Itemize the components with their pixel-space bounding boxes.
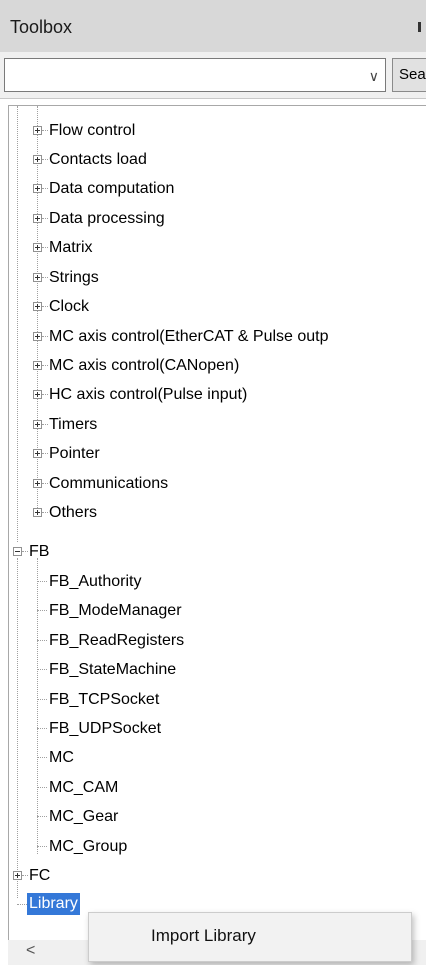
tree-connector xyxy=(37,699,47,700)
tree-connector xyxy=(37,581,47,582)
search-input[interactable]: ∨ xyxy=(4,58,386,92)
tree-connector xyxy=(42,365,48,366)
expand-plus-icon[interactable] xyxy=(33,390,42,399)
tree-connector xyxy=(42,394,48,395)
tree-connector xyxy=(22,551,28,552)
expand-plus-icon[interactable] xyxy=(33,126,42,135)
tree-node-label: MC_CAM xyxy=(49,779,119,796)
expand-plus-icon[interactable] xyxy=(33,508,42,517)
tree-node-label: FB_UDPSocket xyxy=(49,720,162,737)
import-library-menu-item[interactable]: Import Library xyxy=(151,926,256,946)
tree-connector xyxy=(37,846,47,847)
collapse-minus-icon[interactable] xyxy=(13,547,22,556)
tree-node-label: FB_ModeManager xyxy=(49,602,182,619)
tree-connector xyxy=(42,512,48,513)
expand-plus-icon[interactable] xyxy=(33,420,42,429)
expand-plus-icon[interactable] xyxy=(33,302,42,311)
tree-node-label: HC axis control(Pulse input) xyxy=(49,386,248,403)
expand-plus-icon[interactable] xyxy=(33,243,42,252)
tree-connector xyxy=(22,875,28,876)
toolbox-tree: Flow control Contacts load Data computat… xyxy=(8,105,426,941)
tree-node-label: Communications xyxy=(49,475,169,492)
tree-node-label-selected: Library xyxy=(27,893,80,915)
tree-connector xyxy=(42,453,48,454)
tree-node-label: FB_Authority xyxy=(49,573,142,590)
tree-connector xyxy=(42,424,48,425)
tree-connector xyxy=(37,757,47,758)
expand-plus-icon[interactable] xyxy=(33,361,42,370)
expand-plus-icon[interactable] xyxy=(33,184,42,193)
tree-node-label: Flow control xyxy=(49,122,136,139)
tree-connector xyxy=(42,483,48,484)
tree-node-label: Clock xyxy=(49,298,90,315)
pin-icon[interactable] xyxy=(418,22,421,32)
tree-node-label: FB_StateMachine xyxy=(49,661,177,678)
tree-node-label: MC xyxy=(49,749,74,766)
tree-connector xyxy=(42,336,48,337)
tree-node-label: Matrix xyxy=(49,239,93,256)
tree-connector xyxy=(37,816,47,817)
tree-node-label: Strings xyxy=(49,269,99,286)
tree-guide-line xyxy=(17,106,18,542)
tree-connector xyxy=(37,669,47,670)
toolbox-title-bar: Toolbox xyxy=(0,0,426,53)
tree-node-label: FB xyxy=(29,543,50,560)
tree-connector xyxy=(42,130,48,131)
search-button[interactable]: Sea xyxy=(392,58,426,92)
tree-connector xyxy=(37,787,47,788)
tree-node-label: FB_TCPSocket xyxy=(49,691,160,708)
tree-connector xyxy=(42,159,48,160)
expand-plus-icon[interactable] xyxy=(13,871,22,880)
chevron-down-icon[interactable]: ∨ xyxy=(369,68,379,85)
tree-connector xyxy=(37,610,47,611)
tree-connector xyxy=(42,277,48,278)
window-title: Toolbox xyxy=(10,17,73,37)
tree-connector xyxy=(42,188,48,189)
expand-plus-icon[interactable] xyxy=(33,155,42,164)
tree-node-label: Contacts load xyxy=(49,151,147,168)
tree-node-label: MC_Gear xyxy=(49,808,119,825)
tree-connector xyxy=(37,640,47,641)
scroll-left-arrow-icon[interactable]: < xyxy=(26,942,35,960)
tree-node-label: MC_Group xyxy=(49,838,128,855)
tree-connector xyxy=(42,247,48,248)
search-row: ∨ Sea xyxy=(0,52,426,99)
tree-node-label: Timers xyxy=(49,416,98,433)
tree-connector xyxy=(17,904,27,905)
tree-node-label: Others xyxy=(49,504,98,521)
tree-guide-line xyxy=(17,558,18,898)
tree-connector xyxy=(37,728,47,729)
tree-node-label: Data computation xyxy=(49,180,175,197)
context-menu: Import Library xyxy=(88,912,412,962)
tree-node-label: MC axis control(CANopen) xyxy=(49,357,240,374)
expand-plus-icon[interactable] xyxy=(33,449,42,458)
tree-node-label: MC axis control(EtherCAT & Pulse outp xyxy=(49,328,329,345)
tree-node-label: Data processing xyxy=(49,210,165,227)
tree-node-label: FB_ReadRegisters xyxy=(49,632,185,649)
expand-plus-icon[interactable] xyxy=(33,273,42,282)
tree-connector xyxy=(42,218,48,219)
expand-plus-icon[interactable] xyxy=(33,479,42,488)
tree-guide-line xyxy=(37,558,38,854)
tree-node-label: FC xyxy=(29,867,51,884)
expand-plus-icon[interactable] xyxy=(33,214,42,223)
tree-node-label: Pointer xyxy=(49,445,100,462)
tree-connector xyxy=(42,306,48,307)
expand-plus-icon[interactable] xyxy=(33,332,42,341)
